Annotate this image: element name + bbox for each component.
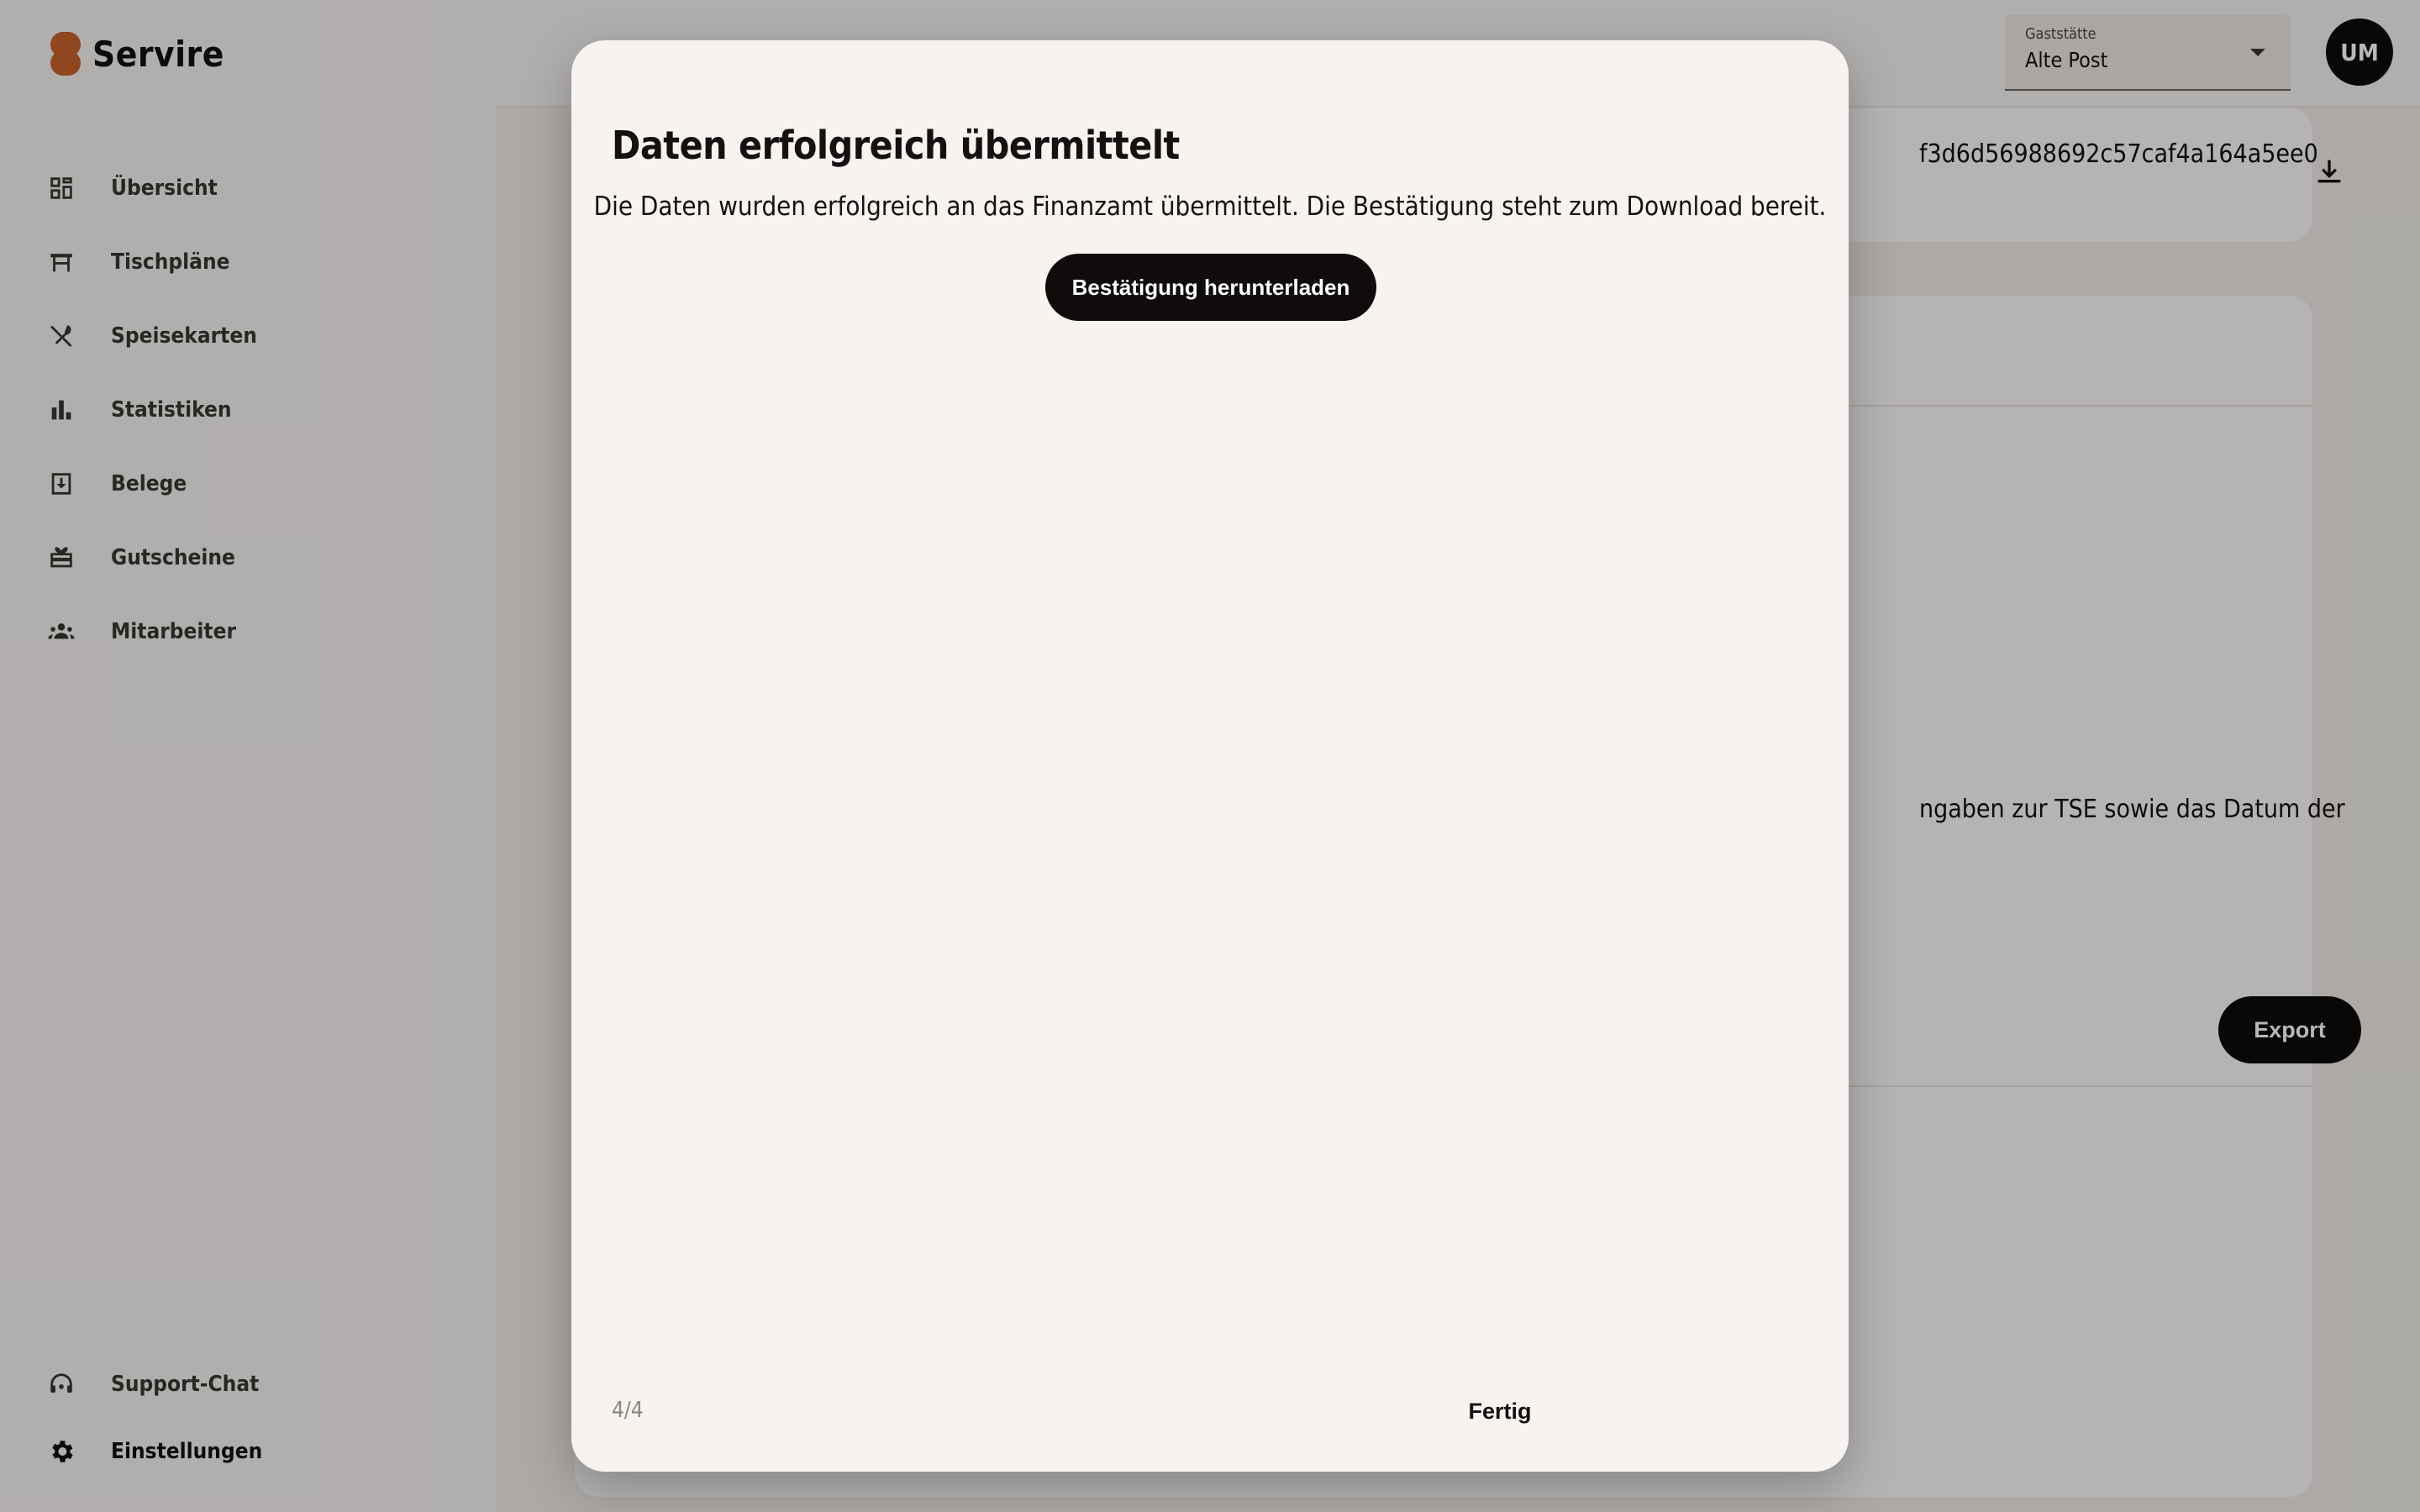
done-button[interactable]: Fertig (1437, 1384, 1563, 1438)
dialog-message: Die Daten wurden erfolgreich an das Fina… (593, 192, 1827, 222)
step-indicator: 4/4 (612, 1398, 644, 1423)
download-confirmation-button[interactable]: Bestätigung herunterladen (1045, 254, 1376, 321)
dialog-title: Daten erfolgreich übermittelt (612, 123, 1180, 168)
submission-success-dialog: Daten erfolgreich übermittelt Die Daten … (571, 40, 1849, 1472)
